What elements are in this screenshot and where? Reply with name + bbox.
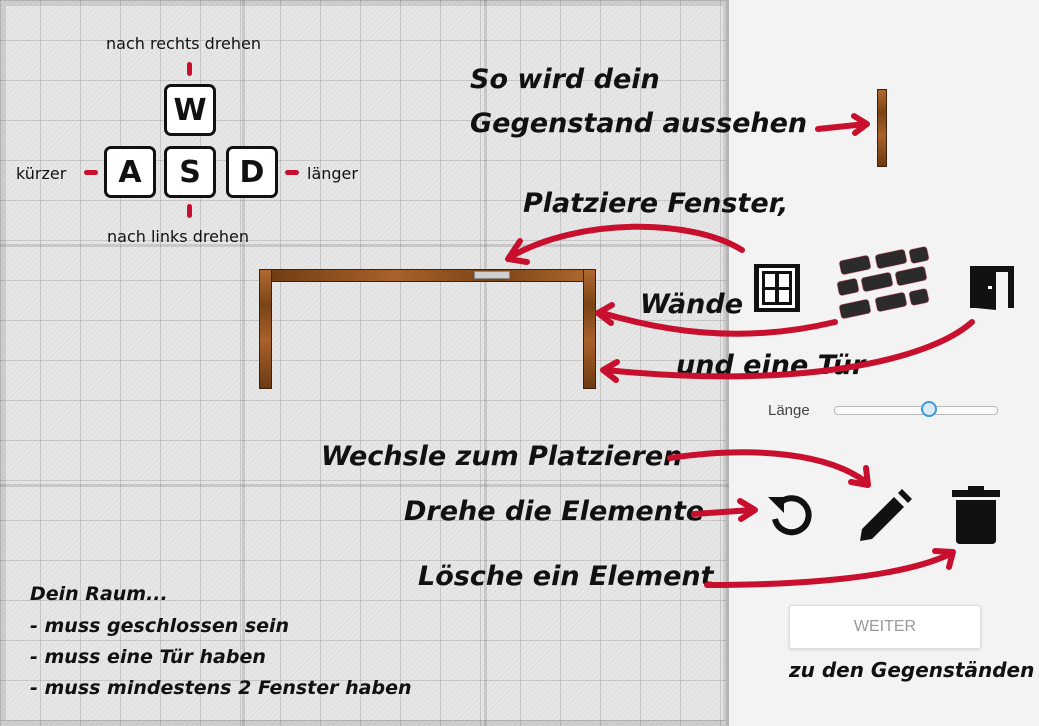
delete-hint: Lösche ein Element — [418, 561, 714, 592]
key-d: D — [226, 146, 278, 198]
length-slider-thumb[interactable] — [920, 401, 937, 417]
rules-item: - muss geschlossen sein — [30, 615, 290, 637]
door-icon[interactable] — [966, 262, 1018, 312]
window-element[interactable] — [474, 271, 510, 279]
place-windows-hint: Platziere Fenster, — [523, 188, 789, 219]
trash-icon[interactable] — [948, 486, 1004, 546]
key-w: W — [164, 84, 216, 136]
rules-item: - muss eine Tür haben — [30, 646, 266, 668]
key-s: S — [164, 146, 216, 198]
length-label: Länge — [768, 402, 810, 419]
rules-item: - muss mindestens 2 Fenster haben — [30, 677, 412, 699]
weiter-button[interactable]: WEITER — [789, 605, 981, 649]
longer-label: länger — [307, 164, 358, 183]
brick-wall-icon[interactable] — [832, 242, 932, 334]
rules-title: Dein Raum... — [30, 583, 168, 605]
length-slider[interactable] — [834, 401, 998, 417]
rotate-right-label: nach rechts drehen — [106, 34, 262, 53]
key-a: A — [104, 146, 156, 198]
walls-hint: Wände — [640, 289, 744, 320]
preview-hint-line2: Gegenstand aussehen — [470, 108, 808, 139]
switch-hint: Wechsle zum Platzieren — [321, 441, 683, 472]
rotate-icon[interactable] — [764, 487, 820, 543]
item-preview — [877, 89, 887, 167]
preview-hint-line1: So wird dein — [470, 64, 660, 95]
door-hint: und eine Tür — [676, 350, 866, 381]
shorter-label: kürzer — [16, 164, 67, 183]
next-caption: zu den Gegenständen — [789, 658, 1035, 682]
pencil-icon[interactable] — [856, 487, 914, 545]
rotate-left-label: nach links drehen — [107, 227, 250, 246]
rotate-hint: Drehe die Elemente — [404, 496, 705, 527]
window-icon[interactable] — [751, 262, 803, 314]
